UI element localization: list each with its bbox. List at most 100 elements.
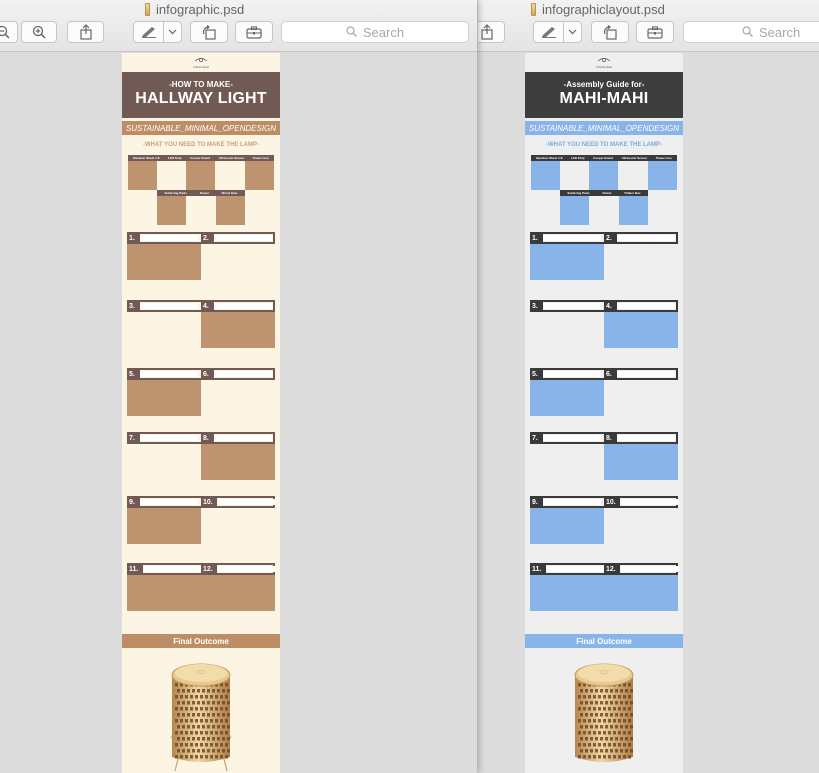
- step-title-field: [621, 566, 679, 572]
- material-photo: [157, 196, 186, 225]
- markup-button[interactable]: [133, 21, 164, 43]
- window-toolbar: infographic.psd Search: [0, 0, 477, 52]
- step-title-field: [218, 499, 276, 505]
- material-photo: [648, 161, 677, 190]
- toolbox-icon: [647, 25, 663, 39]
- step-image: [127, 244, 201, 280]
- step-title-field: [617, 235, 675, 241]
- step-header-row: 9. 10.: [127, 496, 276, 508]
- step-image: [127, 508, 201, 544]
- step-number: 8.: [201, 432, 214, 444]
- step-image: [604, 312, 678, 348]
- step-header-row: 11. 12.: [127, 563, 276, 575]
- step-number: 3.: [127, 300, 140, 312]
- markup-button[interactable]: [533, 21, 564, 43]
- step-title-field: [140, 303, 198, 309]
- material-label: Dowel: [602, 191, 612, 195]
- step-number: 2.: [201, 232, 214, 244]
- step-header-row: 7. 8.: [127, 432, 275, 444]
- step-image: [201, 444, 275, 480]
- hero-title: HALLWAY LIGHT: [135, 90, 267, 107]
- toolbox-icon: [246, 25, 262, 39]
- material-label: Bamboo Sheet 1:8: [133, 156, 160, 160]
- rotate-button[interactable]: [190, 21, 228, 43]
- lamp-render-image: [574, 663, 634, 762]
- zoom-out-icon: [0, 25, 10, 39]
- hero-kicker: -Assembly Guide for-: [563, 80, 645, 89]
- step-number: 6.: [201, 368, 214, 380]
- material-photo: [619, 196, 648, 225]
- step-number: 12.: [604, 563, 620, 575]
- material-label: Wood Glue: [221, 191, 238, 195]
- step-title-field: [144, 566, 202, 572]
- share-icon: [480, 24, 494, 40]
- step-header-row: 3. 4.: [127, 300, 275, 312]
- final-outcome-heading: Final Outcome: [122, 634, 280, 648]
- material-photo: [128, 161, 157, 190]
- step-title-field: [543, 371, 601, 377]
- material-photo: [186, 161, 215, 190]
- step-number: 10.: [604, 496, 620, 508]
- step-number: 9.: [530, 496, 543, 508]
- step-number: 7.: [530, 432, 543, 444]
- step-number: 6.: [604, 368, 617, 380]
- zoom-out-button[interactable]: [0, 21, 18, 43]
- toolbox-button[interactable]: [235, 21, 273, 43]
- material-photo: [216, 196, 245, 225]
- step-title-field: [617, 435, 675, 441]
- file-icon: [531, 2, 536, 16]
- step-title-field: [543, 235, 601, 241]
- step-image: [530, 575, 678, 611]
- step-title-field: [140, 435, 198, 441]
- markup-menu-button[interactable]: [163, 21, 182, 43]
- brand-logo: KAHI-HAHI: [525, 53, 683, 72]
- final-outcome-heading: Final Outcome: [525, 634, 683, 648]
- materials-heading: -WHAT YOU NEED TO MAKE THE LAMP-: [546, 142, 662, 148]
- material-label: Ultrasonic Sensor: [621, 156, 648, 160]
- zoom-in-button[interactable]: [21, 21, 57, 43]
- document-canvas[interactable]: KAHI-HAHI -Assembly Guide for- MAHI-MAHI SU…: [478, 53, 819, 773]
- step-title-field: [547, 566, 605, 572]
- subtitle-band: SUSTAINABLE_MINIMAL_OPENDESIGN: [525, 121, 683, 135]
- step-number: 4.: [201, 300, 214, 312]
- step-number: 1.: [127, 232, 140, 244]
- material-label: Power Line: [252, 156, 269, 160]
- material-photo: [589, 161, 618, 190]
- step-number: 10.: [201, 496, 217, 508]
- material-label: Bamboo Sheet 1:8: [536, 156, 563, 160]
- infographic-page: KAHI-HAHI -Assembly Guide for- MAHI-MAHI SU…: [525, 53, 683, 773]
- file-icon: [145, 2, 150, 16]
- step-title-field: [140, 371, 198, 377]
- step-number: 3.: [530, 300, 543, 312]
- material-label: Power Line: [655, 156, 672, 160]
- step-number: 11.: [127, 563, 143, 575]
- material-label: Timber Box: [624, 191, 641, 195]
- step-header-row: 11. 12.: [530, 563, 679, 575]
- step-title-field: [621, 499, 679, 505]
- step-title-field: [543, 303, 601, 309]
- hero-banner: -Assembly Guide for- MAHI-MAHI: [525, 72, 683, 118]
- zoom-in-icon: [32, 25, 46, 39]
- step-image: [127, 380, 201, 416]
- search-field[interactable]: Search: [281, 21, 469, 43]
- search-field[interactable]: Search: [683, 21, 819, 43]
- share-button[interactable]: [478, 21, 505, 43]
- infographic-page: KAHI-HAHI -HOW TO MAKE- HALLWAY LIGHT SUSTA…: [122, 53, 280, 773]
- step-header-row: 1. 2.: [127, 232, 275, 244]
- step-number: 9.: [127, 496, 140, 508]
- rotate-button[interactable]: [591, 21, 629, 43]
- hero-kicker: -HOW TO MAKE-: [169, 80, 233, 89]
- step-image: [530, 508, 604, 544]
- step-header-row: 9. 10.: [530, 496, 679, 508]
- lamp-render-image: [170, 663, 232, 772]
- step-image: [604, 444, 678, 480]
- step-title-field: [214, 235, 272, 241]
- chevron-down-icon: [168, 29, 177, 35]
- markup-menu-button[interactable]: [563, 21, 582, 43]
- share-button[interactable]: [67, 21, 104, 43]
- step-number: 8.: [604, 432, 617, 444]
- step-image: [201, 312, 275, 348]
- subtitle-band: SUSTAINABLE_MINIMAL_OPENDESIGN: [122, 121, 280, 135]
- toolbox-button[interactable]: [636, 21, 674, 43]
- document-canvas[interactable]: KAHI-HAHI -HOW TO MAKE- HALLWAY LIGHT SUSTA…: [0, 53, 477, 773]
